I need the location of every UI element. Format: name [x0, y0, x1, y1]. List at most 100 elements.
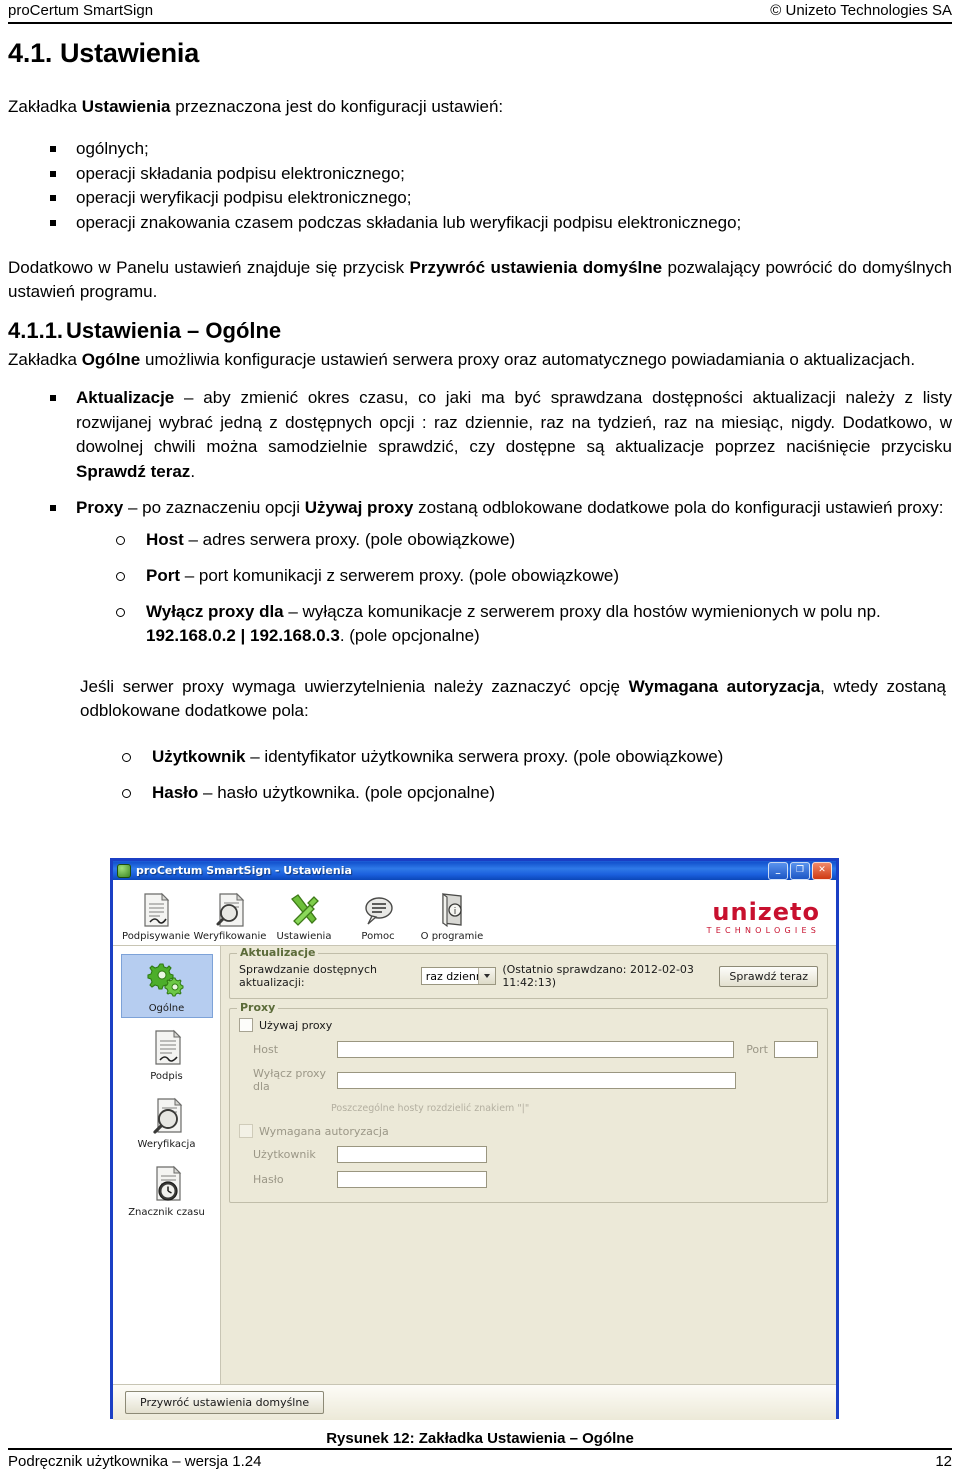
settings-sidebar: Ogólne Podpis Weryfikacja Znacznik czasu — [113, 946, 221, 1384]
header-right-copyright: © Unizeto Technologies SA — [770, 2, 952, 19]
proxy-bold-2: Używaj proxy — [304, 497, 414, 517]
minimize-icon: _ — [775, 865, 781, 875]
close-icon: ✕ — [818, 865, 826, 875]
updates-text-1: – aby zmienić okres czasu, co jaki ma by… — [76, 388, 952, 457]
window-controls: _ ❐ ✕ — [768, 861, 834, 880]
document-clock-icon — [146, 1164, 188, 1204]
exclude-text-2: . (pole opcjonalne) — [339, 626, 480, 646]
list-item: operacji weryfikacji podpisu elektronicz… — [46, 186, 952, 211]
updates-text-2: . — [190, 461, 196, 481]
subsection-title: 4.1.1. Ustawienia – Ogólne — [8, 318, 952, 344]
window-body: Ogólne Podpis Weryfikacja Znacznik czasu… — [113, 946, 836, 1384]
proxy-text-2: zostaną odblokowane dodatkowe pola do ko… — [413, 497, 944, 517]
proxy-bold-1: Proxy — [76, 497, 124, 517]
user-bold: Użytkownik — [152, 747, 246, 767]
host-label: Host — [253, 1043, 279, 1056]
password-input[interactable] — [337, 1171, 487, 1188]
settings-bullet-list: ogólnych; operacji składania podpisu ele… — [8, 137, 952, 236]
last-check-text: (Ostatnio sprawdzano: 2012-02-03 11:42:1… — [502, 963, 694, 989]
sidebar-item-znacznik-czasu[interactable]: Znacznik czasu — [121, 1158, 213, 1222]
sidebar-item-label: Ogólne — [148, 1003, 185, 1014]
port-text: – port komunikacji z serwerem proxy. (po… — [180, 565, 620, 585]
list-item: ogólnych; — [46, 137, 952, 162]
user-input[interactable] — [337, 1146, 487, 1163]
subsection-number: 4.1.1. — [8, 317, 64, 343]
updates-group-title: Aktualizacje — [237, 946, 319, 959]
list-item-user: Użytkownik – identyfikator użytkownika s… — [118, 745, 952, 770]
exclude-label: Wyłącz proxy dla — [253, 1067, 327, 1093]
restore-bold: Przywróć ustawienia domyślne — [409, 257, 663, 277]
use-proxy-checkbox[interactable] — [239, 1018, 253, 1032]
exclude-bold-1: Wyłącz proxy dla — [146, 601, 284, 621]
lead-text-c: przeznaczona jest do konfiguracji ustawi… — [170, 97, 504, 116]
host-row: Host Port — [239, 1041, 818, 1058]
list-item-exclude: Wyłącz proxy dla – wyłącza komunikacje z… — [112, 600, 952, 649]
section-title: Ustawienia — [60, 38, 200, 68]
window-title: proCertum SmartSign - Ustawienia — [136, 864, 352, 877]
toolbar-item-weryfikowanie[interactable]: Weryfikowanie — [193, 882, 267, 942]
exclude-hint: Poszczególne hosty rozdzielić znakiem "|… — [331, 1103, 530, 1114]
sublead-bold: Ogólne — [81, 349, 141, 369]
password-text: – hasło użytkownika. (pole opcjonalne) — [198, 782, 496, 802]
window-titlebar[interactable]: proCertum SmartSign - Ustawienia _ ❐ ✕ — [110, 858, 839, 880]
updates-bold-1: Aktualizacje — [76, 388, 175, 408]
require-auth-label: Wymagana autoryzacja — [259, 1124, 389, 1138]
proxy-group: Proxy Używaj proxy Host Port Wyłącz prox… — [229, 1001, 828, 1203]
settings-content-panel: Aktualizacje Sprawdzanie dostępnych aktu… — [221, 946, 836, 1384]
use-proxy-row: Używaj proxy — [239, 1018, 818, 1032]
proxy-group-title: Proxy — [237, 1001, 279, 1014]
figure-caption: Rysunek 12: Zakładka Ustawienia – Ogólne — [326, 1430, 634, 1447]
update-interval-select[interactable]: raz dziennie — [420, 967, 497, 985]
lead-text-a: Zakładka — [8, 97, 82, 116]
features-bullet-list: Aktualizacje – aby zmienić okres czasu, … — [8, 386, 952, 649]
restore-text-a: Dodatkowo w Panelu ustawień znajduje się… — [8, 257, 410, 277]
minimize-button[interactable]: _ — [768, 861, 788, 880]
host-input[interactable] — [337, 1041, 734, 1058]
sublead-text-c: umożliwia konfiguracje ustawień serwera … — [140, 349, 916, 369]
authorization-block: Jeśli serwer proxy wymaga uwierzytelnien… — [8, 675, 952, 806]
list-item-port: Port – port komunikacji z serwerem proxy… — [112, 564, 952, 589]
list-item-updates: Aktualizacje – aby zmienić okres czasu, … — [46, 386, 952, 485]
footer-left-text: Podręcznik użytkownika – wersja 1.24 — [8, 1453, 262, 1470]
check-now-button[interactable]: Sprawdź teraz — [719, 965, 818, 987]
help-balloon-icon — [360, 891, 396, 929]
update-check-label: Sprawdzanie dostępnych aktualizacji: — [239, 963, 378, 989]
toolbar-item-ustawienia[interactable]: Ustawienia — [267, 882, 341, 942]
toolbar-label: Podpisywanie — [122, 931, 190, 942]
document-body: 4.1. Ustawienia Zakładka Ustawienia przez… — [8, 34, 952, 816]
header-left-text: proCertum SmartSign — [8, 2, 154, 19]
auth-text-a: Jeśli serwer proxy wymaga uwierzytelnien… — [80, 676, 629, 696]
page-running-footer: Podręcznik użytkownika – wersja 1.24 12 — [8, 1448, 952, 1470]
toolbar-item-o-programie[interactable]: i O programie — [415, 882, 489, 942]
page-number: 12 — [935, 1453, 952, 1470]
user-row: Użytkownik — [239, 1146, 818, 1163]
sidebar-item-label: Weryfikacja — [137, 1139, 196, 1150]
sidebar-item-ogolne[interactable]: Ogólne — [120, 954, 213, 1018]
tools-icon — [286, 891, 322, 929]
restore-defaults-button[interactable]: Przywróć ustawienia domyślne — [125, 1391, 325, 1414]
sidebar-item-weryfikacja[interactable]: Weryfikacja — [121, 1090, 213, 1154]
toolbar-label: Weryfikowanie — [193, 931, 267, 942]
authorization-paragraph: Jeśli serwer proxy wymaga uwierzytelnien… — [8, 675, 952, 723]
auth-bold: Wymagana autoryzacja — [628, 676, 821, 696]
exclude-input[interactable] — [337, 1071, 736, 1089]
close-button[interactable]: ✕ — [812, 861, 832, 880]
password-row: Hasło — [239, 1171, 818, 1188]
list-item-password: Hasło – hasło użytkownika. (pole opcjona… — [118, 781, 952, 806]
require-auth-checkbox[interactable] — [239, 1124, 253, 1138]
auth-subitem-list: Użytkownik – identyfikator użytkownika s… — [8, 745, 952, 805]
chevron-down-icon — [478, 968, 496, 984]
unizeto-logo: unizeto TECHNOLOGIES — [707, 900, 820, 935]
lead-bold: Ustawienia — [81, 97, 171, 116]
sidebar-item-podpis[interactable]: Podpis — [121, 1022, 213, 1086]
main-toolbar: Podpisywanie Weryfikowanie Ustawienia Po… — [113, 880, 836, 946]
toolbar-item-podpisywanie[interactable]: Podpisywanie — [119, 882, 193, 942]
document-sign-icon — [146, 1028, 188, 1068]
document-sign-icon — [138, 891, 174, 929]
toolbar-item-pomoc[interactable]: Pomoc — [341, 882, 415, 942]
maximize-button[interactable]: ❐ — [790, 861, 810, 880]
exclude-text-1: – wyłącza komunikacje z serwerem proxy d… — [283, 601, 881, 621]
port-input[interactable] — [774, 1041, 818, 1058]
password-label: Hasło — [253, 1173, 284, 1186]
toolbar-label: Ustawienia — [276, 931, 332, 942]
